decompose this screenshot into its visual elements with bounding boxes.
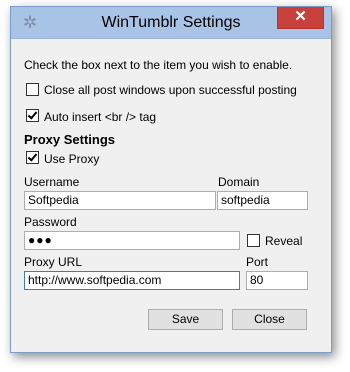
port-label: Port xyxy=(246,255,269,269)
proxy-url-label: Proxy URL xyxy=(24,255,83,269)
domain-label: Domain xyxy=(218,175,260,189)
domain-field[interactable]: softpedia xyxy=(217,191,308,210)
settings-window: ✲ WinTumblr Settings ✕ Check the box nex… xyxy=(10,6,332,353)
close-windows-checkbox[interactable] xyxy=(26,83,39,96)
reveal-label[interactable]: Reveal xyxy=(265,234,302,248)
auto-insert-checkbox[interactable] xyxy=(26,109,39,122)
use-proxy-checkbox[interactable] xyxy=(26,151,39,164)
close-windows-label[interactable]: Close all post windows upon successful p… xyxy=(44,83,297,97)
password-field[interactable]: ●●● xyxy=(24,231,240,250)
window-close-button[interactable]: ✕ xyxy=(277,7,324,29)
username-label: Username xyxy=(24,175,80,189)
proxy-url-field[interactable]: http://www.softpedia.com xyxy=(24,271,240,290)
proxy-settings-heading: Proxy Settings xyxy=(24,132,116,147)
reveal-checkbox[interactable] xyxy=(247,234,260,247)
username-field[interactable]: Softpedia xyxy=(24,191,216,210)
password-label: Password xyxy=(24,215,77,229)
save-button[interactable]: Save xyxy=(148,309,223,330)
title-bar[interactable]: ✲ WinTumblr Settings ✕ xyxy=(11,7,331,39)
auto-insert-label[interactable]: Auto insert <br /> tag xyxy=(44,110,156,124)
close-button[interactable]: Close xyxy=(232,309,307,330)
instructions-text: Check the box next to the item you wish … xyxy=(24,58,293,72)
port-field[interactable]: 80 xyxy=(246,271,308,290)
use-proxy-label[interactable]: Use Proxy xyxy=(44,152,99,166)
